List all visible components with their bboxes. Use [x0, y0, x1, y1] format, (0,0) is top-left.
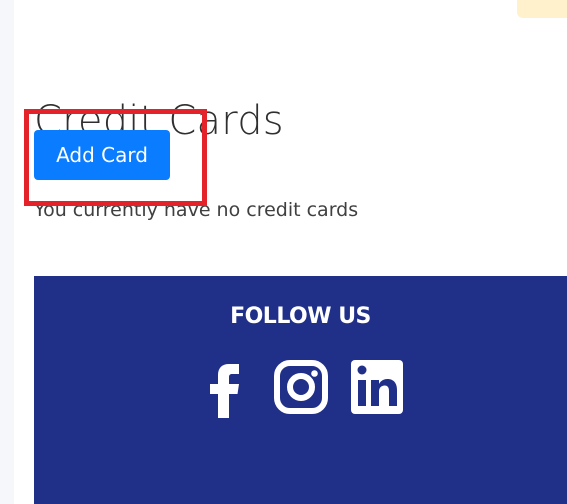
add-card-button[interactable]: Add Card	[34, 130, 170, 180]
linkedin-icon	[350, 360, 403, 414]
linkedin-link[interactable]	[347, 354, 407, 420]
top-right-badge	[517, 0, 567, 18]
social-links-row	[34, 354, 567, 420]
empty-state-message: You currently have no credit cards	[34, 199, 359, 221]
instagram-icon	[273, 360, 328, 414]
page: Credit Cards Add Card You currently have…	[0, 0, 567, 504]
instagram-link[interactable]	[271, 354, 331, 420]
left-edge-strip	[0, 0, 14, 504]
facebook-icon	[209, 364, 239, 418]
facebook-link[interactable]	[195, 354, 255, 420]
follow-us-heading: FOLLOW US	[230, 304, 371, 329]
site-footer: FOLLOW US	[34, 276, 567, 504]
